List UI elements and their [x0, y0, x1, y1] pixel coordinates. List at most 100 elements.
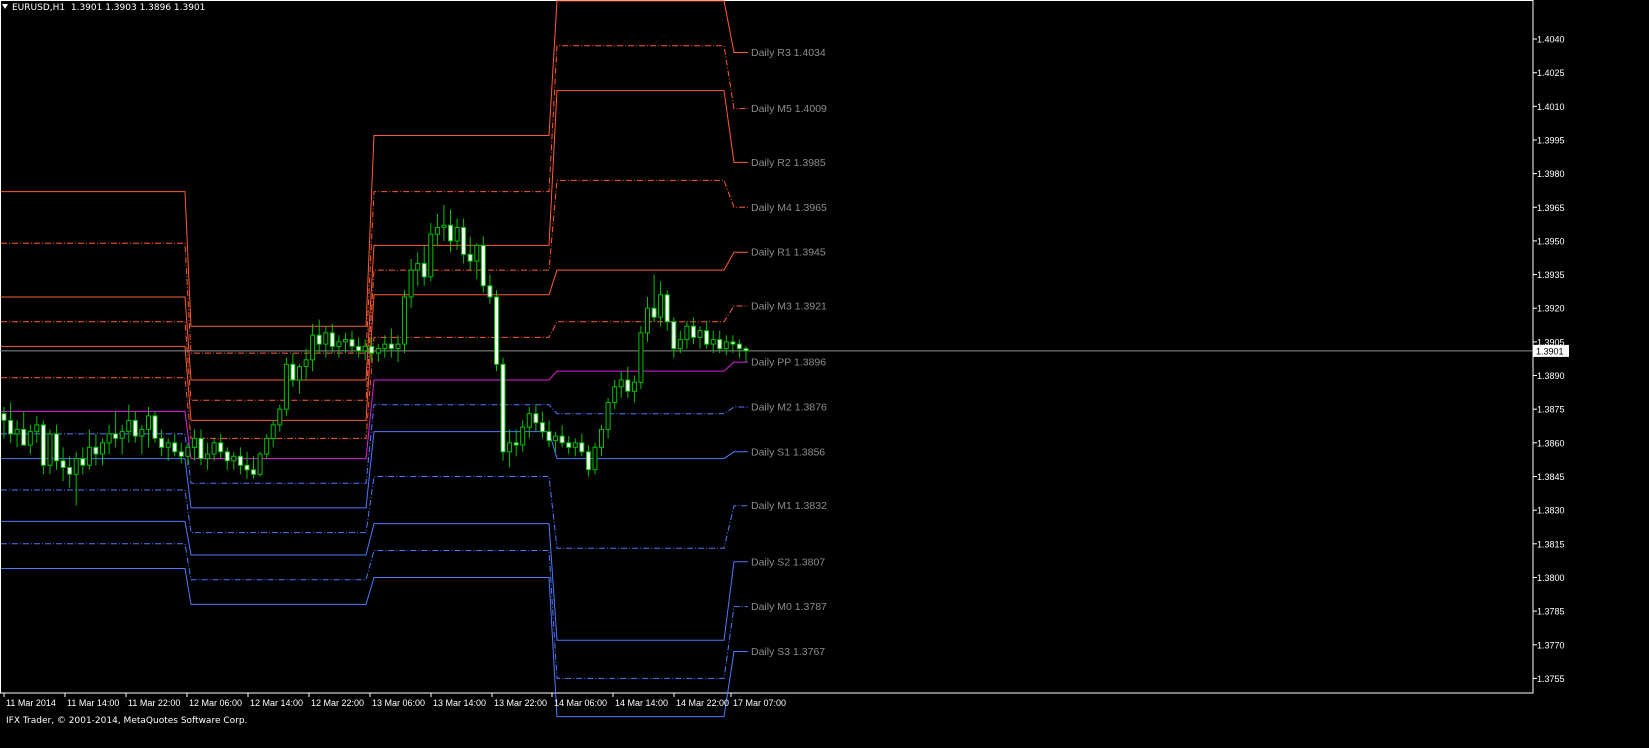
candle-body	[448, 224, 453, 242]
candle	[165, 438, 171, 461]
candle	[388, 328, 394, 358]
candle	[474, 243, 480, 280]
pivot-line-R1	[1, 251, 748, 421]
price-tick-label: 1.3770	[1537, 640, 1565, 650]
price-tick-label: 1.3920	[1537, 304, 1565, 314]
candle-body	[198, 437, 204, 460]
price-tick-label: 1.3860	[1537, 438, 1565, 448]
candle-body	[658, 294, 664, 318]
candle-body	[369, 345, 375, 354]
candle	[415, 252, 421, 286]
candle-body	[34, 424, 40, 433]
time-tick-label: 14 Mar 06:00	[554, 698, 607, 708]
candle-body	[106, 433, 112, 444]
candle	[126, 404, 132, 443]
pivot-labels: Daily R3 1.4034 Daily M5 1.4009 Daily R2 1…	[751, 47, 827, 658]
candle-body	[14, 428, 20, 435]
candle	[93, 433, 99, 466]
candle-body	[237, 455, 243, 466]
candle	[264, 433, 270, 459]
candle	[645, 297, 650, 342]
candle-body	[454, 227, 460, 242]
candle	[533, 404, 539, 432]
candle-body	[395, 343, 401, 350]
candle-body	[303, 359, 309, 367]
price-tick-label: 1.3995	[1537, 136, 1565, 146]
candle-body	[21, 428, 27, 446]
candle	[297, 364, 302, 394]
pivot-line-S2	[1, 520, 748, 641]
candle	[612, 380, 618, 410]
candle-body	[362, 345, 368, 352]
candle	[80, 447, 86, 475]
candle-body	[73, 458, 79, 475]
candle-body	[480, 244, 486, 287]
candle-body	[224, 451, 230, 462]
chevron-down-icon[interactable]	[2, 4, 8, 9]
candle-body	[126, 419, 132, 433]
price-axis[interactable]: 1.4040 1.4025 1.4010 1.3995 1.3980 1.3965 1.39…	[1533, 35, 1569, 684]
candle-body	[704, 330, 710, 345]
candle-body	[40, 424, 46, 466]
candle-body	[388, 343, 394, 350]
candle-body	[691, 325, 696, 338]
candle-body	[625, 379, 631, 392]
candle-body	[638, 332, 644, 383]
pivot-line-M2	[1, 404, 748, 484]
time-axis[interactable]: 11 Mar 2014 11 Mar 14:00 11 Mar 22:00 12 Ma…	[3, 693, 786, 708]
pivot-label-R2: Daily R2 1.3985	[751, 157, 826, 169]
time-tick-label: 11 Mar 2014	[6, 698, 56, 708]
candle-body	[618, 379, 624, 388]
time-tick-label: 11 Mar 22:00	[128, 698, 180, 708]
pivot-label-R1: Daily R1 1.3945	[751, 247, 826, 259]
price-chart[interactable]: Daily R3 1.4034 Daily M5 1.4009 Daily R2 1…	[0, 0, 1649, 748]
candle-body	[218, 442, 224, 453]
candle	[736, 339, 742, 358]
chart-title[interactable]: EURUSD,H1 1.3901 1.3903 1.3896 1.3901	[2, 3, 205, 13]
candle-body	[316, 334, 322, 345]
candle	[283, 357, 289, 416]
candle-body	[349, 339, 355, 347]
candle-body	[500, 363, 506, 453]
candle	[467, 236, 473, 271]
candle	[710, 330, 716, 354]
candle	[605, 398, 611, 439]
candle-body	[283, 363, 289, 410]
candle-body	[8, 419, 14, 435]
candle	[152, 411, 158, 443]
candle-body	[152, 415, 158, 439]
ohlc-values: 1.3901 1.3903 1.3896 1.3901	[70, 3, 206, 13]
candle-body	[533, 413, 539, 424]
candle-body	[579, 442, 585, 453]
candle	[113, 411, 119, 448]
candle	[270, 420, 276, 448]
candle	[106, 424, 112, 455]
pivot-label-M4: Daily M4 1.3965	[751, 202, 827, 214]
candle	[697, 326, 703, 349]
candle-body	[645, 307, 650, 334]
chart-window[interactable]: Daily R3 1.4034 Daily M5 1.4009 Daily R2 1…	[0, 0, 1649, 748]
candles	[1, 205, 749, 506]
candle	[205, 442, 211, 470]
candle-body	[80, 458, 86, 466]
candle	[513, 429, 519, 457]
candle-body	[47, 433, 53, 466]
price-tick-label: 1.4040	[1537, 35, 1565, 45]
candle	[119, 424, 125, 455]
candle	[191, 429, 197, 461]
candle-body	[375, 348, 381, 354]
candle	[231, 451, 237, 470]
candle	[723, 335, 729, 356]
candle	[218, 433, 224, 459]
candle	[651, 274, 657, 322]
candle	[579, 433, 585, 457]
candle-body	[717, 339, 723, 350]
candle-body	[231, 455, 237, 462]
candle-body	[139, 428, 145, 437]
candle	[677, 330, 683, 354]
candle	[244, 451, 250, 479]
candle-body	[290, 363, 296, 381]
candle-body	[415, 262, 421, 271]
candle	[14, 420, 20, 448]
candle-body	[684, 325, 690, 341]
